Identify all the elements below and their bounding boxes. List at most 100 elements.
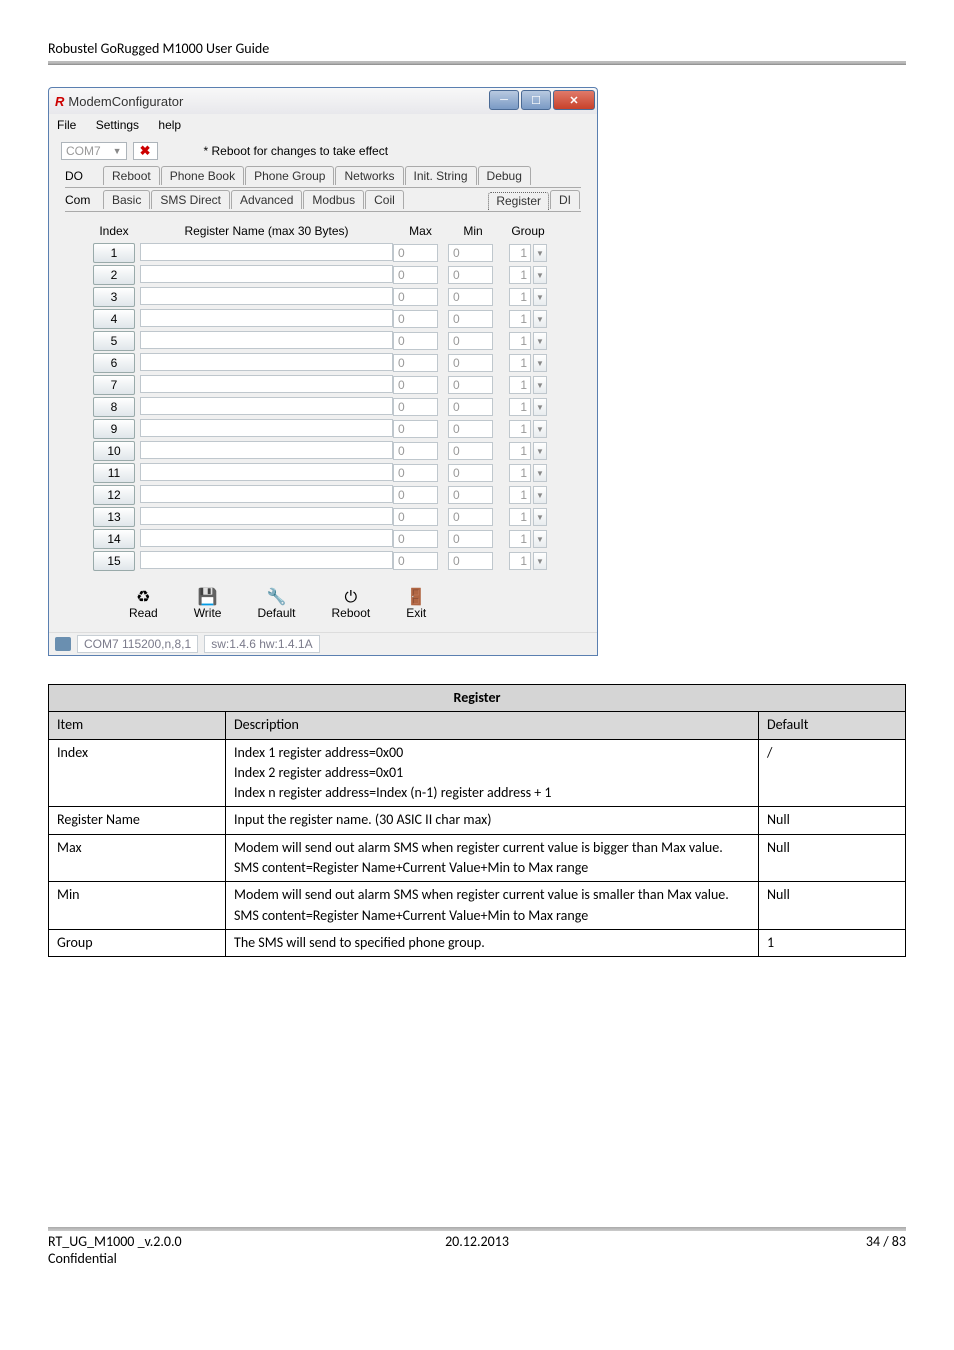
max-input[interactable] [393, 332, 438, 350]
com-port-select[interactable]: COM7 ▼ [61, 142, 127, 160]
tab-networks[interactable]: Networks [335, 166, 403, 185]
minimize-button[interactable]: ─ [489, 90, 519, 110]
group-spinner[interactable]: 1 [509, 332, 531, 350]
tab-register[interactable]: Register [488, 192, 549, 210]
index-button[interactable]: 11 [93, 463, 135, 483]
index-button[interactable]: 10 [93, 441, 135, 461]
register-name-input[interactable] [140, 353, 393, 371]
chevron-down-icon[interactable]: ▼ [533, 552, 547, 570]
min-input[interactable] [448, 376, 493, 394]
register-name-input[interactable] [140, 551, 393, 569]
index-button[interactable]: 14 [93, 529, 135, 549]
group-spinner[interactable]: 1 [509, 288, 531, 306]
min-input[interactable] [448, 552, 493, 570]
tab-advanced[interactable]: Advanced [231, 190, 302, 209]
chevron-down-icon[interactable]: ▼ [533, 442, 547, 460]
exit-button[interactable]: 🚪Exit [406, 590, 426, 620]
index-button[interactable]: 15 [93, 551, 135, 571]
register-name-input[interactable] [140, 529, 393, 547]
register-name-input[interactable] [140, 485, 393, 503]
max-input[interactable] [393, 442, 438, 460]
max-input[interactable] [393, 398, 438, 416]
tab-reboot[interactable]: Reboot [103, 166, 160, 185]
max-input[interactable] [393, 420, 438, 438]
group-spinner[interactable]: 1 [509, 530, 531, 548]
register-name-input[interactable] [140, 463, 393, 481]
min-input[interactable] [448, 244, 493, 262]
max-input[interactable] [393, 376, 438, 394]
chevron-down-icon[interactable]: ▼ [533, 332, 547, 350]
group-spinner[interactable]: 1 [509, 486, 531, 504]
index-button[interactable]: 5 [93, 331, 135, 351]
max-input[interactable] [393, 486, 438, 504]
register-name-input[interactable] [140, 331, 393, 349]
register-name-input[interactable] [140, 441, 393, 459]
tab-di[interactable]: DI [550, 190, 580, 209]
min-input[interactable] [448, 442, 493, 460]
group-spinner[interactable]: 1 [509, 376, 531, 394]
tab-init-string[interactable]: Init. String [405, 166, 477, 185]
tab-modbus[interactable]: Modbus [303, 190, 364, 209]
tab-phone-book[interactable]: Phone Book [161, 166, 244, 185]
max-input[interactable] [393, 552, 438, 570]
register-name-input[interactable] [140, 243, 393, 261]
register-name-input[interactable] [140, 287, 393, 305]
tab-debug[interactable]: Debug [478, 166, 531, 185]
chevron-down-icon[interactable]: ▼ [533, 398, 547, 416]
index-button[interactable]: 9 [93, 419, 135, 439]
chevron-down-icon[interactable]: ▼ [533, 266, 547, 284]
menu-settings[interactable]: Settings [96, 118, 139, 132]
index-button[interactable]: 8 [93, 397, 135, 417]
group-spinner[interactable]: 1 [509, 442, 531, 460]
max-input[interactable] [393, 288, 438, 306]
index-button[interactable]: 13 [93, 507, 135, 527]
tab-sms-direct[interactable]: SMS Direct [151, 190, 230, 209]
chevron-down-icon[interactable]: ▼ [533, 508, 547, 526]
chevron-down-icon[interactable]: ▼ [533, 310, 547, 328]
min-input[interactable] [448, 288, 493, 306]
group-spinner[interactable]: 1 [509, 420, 531, 438]
min-input[interactable] [448, 486, 493, 504]
group-spinner[interactable]: 1 [509, 464, 531, 482]
group-spinner[interactable]: 1 [509, 552, 531, 570]
max-input[interactable] [393, 508, 438, 526]
index-button[interactable]: 3 [93, 287, 135, 307]
menu-help[interactable]: help [158, 118, 181, 132]
register-name-input[interactable] [140, 309, 393, 327]
max-input[interactable] [393, 464, 438, 482]
index-button[interactable]: 2 [93, 265, 135, 285]
tab-basic[interactable]: Basic [103, 190, 150, 209]
min-input[interactable] [448, 508, 493, 526]
group-spinner[interactable]: 1 [509, 398, 531, 416]
min-input[interactable] [448, 420, 493, 438]
chevron-down-icon[interactable]: ▼ [533, 244, 547, 262]
menu-file[interactable]: File [57, 118, 76, 132]
chevron-down-icon[interactable]: ▼ [533, 420, 547, 438]
group-spinner[interactable]: 1 [509, 266, 531, 284]
max-input[interactable] [393, 266, 438, 284]
group-spinner[interactable]: 1 [509, 310, 531, 328]
min-input[interactable] [448, 266, 493, 284]
max-input[interactable] [393, 244, 438, 262]
reboot-button[interactable]: ⏻Reboot [332, 590, 371, 620]
chevron-down-icon[interactable]: ▼ [533, 288, 547, 306]
group-spinner[interactable]: 1 [509, 508, 531, 526]
max-input[interactable] [393, 354, 438, 372]
index-button[interactable]: 7 [93, 375, 135, 395]
max-input[interactable] [393, 310, 438, 328]
chevron-down-icon[interactable]: ▼ [533, 530, 547, 548]
disconnect-button[interactable]: ✖ [133, 142, 158, 160]
chevron-down-icon[interactable]: ▼ [533, 376, 547, 394]
register-name-input[interactable] [140, 419, 393, 437]
register-name-input[interactable] [140, 265, 393, 283]
max-input[interactable] [393, 530, 438, 548]
register-name-input[interactable] [140, 375, 393, 393]
chevron-down-icon[interactable]: ▼ [533, 486, 547, 504]
min-input[interactable] [448, 464, 493, 482]
default-button[interactable]: 🔧Default [257, 590, 295, 620]
read-button[interactable]: ♻Read [129, 590, 158, 620]
index-button[interactable]: 6 [93, 353, 135, 373]
tab-coil[interactable]: Coil [365, 190, 404, 209]
index-button[interactable]: 12 [93, 485, 135, 505]
min-input[interactable] [448, 398, 493, 416]
